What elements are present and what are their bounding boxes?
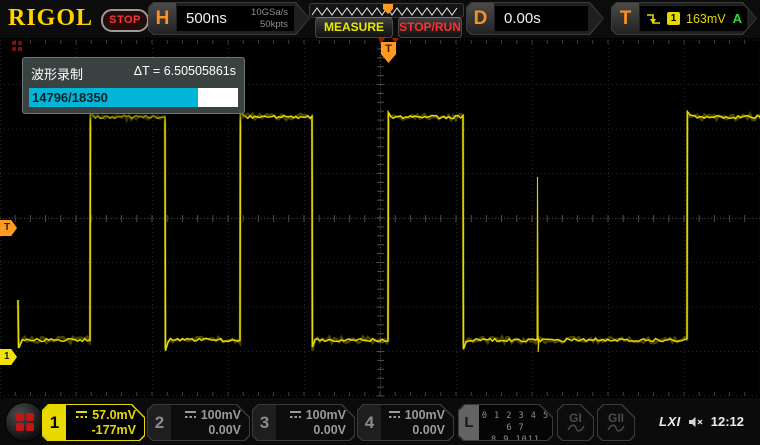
status-cluster: LXI 12:12 [659,398,744,445]
channel-3-scale: 100mV [306,408,346,422]
channel-1-offset: -177mV [92,423,136,437]
record-progress-text: 14796/18350 [32,88,108,107]
speaker-muted-icon[interactable] [688,416,704,428]
delay-label: D [467,3,494,34]
record-delta-t: ΔT = 6.50505861s [134,64,236,83]
channel-3-number: 3 [253,405,276,440]
sine-wave-icon [607,424,625,433]
delay-value: 0.00s [495,10,541,27]
tab-stop-run[interactable]: STOP/RUN [398,17,462,38]
record-title: 波形录制 [31,64,83,83]
record-progress-bar: 14796/18350 [29,88,238,107]
record-timeline [309,3,464,18]
logic-label: L [459,405,479,440]
channel-3-box[interactable]: 3 100mV 0.00V [252,404,355,441]
dc-coupling-icon [76,411,87,418]
logic-analyzer-box[interactable]: L 0 1 2 3 4 5 6 7 8 9 1011 12131415 [458,404,553,441]
channel-4-scale: 100mV [405,408,445,422]
channel-4-offset: 0.00V [412,423,445,437]
waveform-display: T T 1 波形录制 ΔT = 6.50505861s 14796/18350 [0,38,760,398]
tab-measure[interactable]: MEASURE [315,17,393,38]
delay-menu[interactable]: D 0.00s [466,2,604,35]
generator-2-box[interactable]: GII [597,404,635,441]
channel-2-scale: 100mV [201,408,241,422]
trigger-menu[interactable]: T 1 163mV A [611,2,757,35]
dc-coupling-icon [290,411,301,418]
trigger-sweep-mode: A [733,11,747,26]
top-bar: RIGOL STOP H 500ns 10GSa/s 50kpts MEASUR… [0,0,760,38]
horizontal-label: H [149,3,176,34]
bottom-bar: 1 57.0mV -177mV 2 100mV 0.00V 3 100mV [0,398,760,445]
run-state-badge[interactable]: STOP [101,9,149,32]
oscilloscope-screen: RIGOL STOP H 500ns 10GSa/s 50kpts MEASUR… [0,0,760,445]
sample-rate: 10GSa/s [251,7,288,18]
trigger-level-value: 163mV [686,12,726,26]
lxi-indicator: LXI [659,414,681,429]
channel-4-box[interactable]: 4 100mV 0.00V [357,404,454,441]
channel-4-number: 4 [358,405,381,440]
channel-2-offset: 0.00V [208,423,241,437]
waveform-record-overlay: 波形录制 ΔT = 6.50505861s 14796/18350 [22,57,245,114]
channel-1-scale: 57.0mV [92,408,136,422]
sine-wave-icon [567,424,585,433]
logic-channels-row2: 8 9 1011 12131415 [491,435,540,445]
channel-2-box[interactable]: 2 100mV 0.00V [147,404,250,441]
menu-grid-icon [16,413,34,431]
dc-coupling-icon [185,411,196,418]
record-indicator-icon [12,41,22,51]
channel-3-offset: 0.00V [313,423,346,437]
clock: 12:12 [711,414,744,429]
generator-1-label: GI [569,412,582,424]
horizontal-menu[interactable]: H 500ns 10GSa/s 50kpts [148,2,310,35]
generator-2-label: GII [608,412,624,424]
trigger-label: T [612,3,639,34]
memory-depth: 50kpts [260,19,288,30]
falling-edge-icon [646,12,661,26]
channel-1-number: 1 [43,405,66,440]
dc-coupling-icon [389,411,400,418]
trigger-source-badge: 1 [667,12,680,25]
timebase-value: 500ns [177,10,227,27]
logic-channels-row1: 0 1 2 3 4 5 6 7 [482,411,549,433]
channel-2-number: 2 [148,405,171,440]
channel-1-box[interactable]: 1 57.0mV -177mV [42,404,145,441]
generator-1-box[interactable]: GI [557,404,594,441]
rigol-logo: RIGOL [8,5,93,32]
main-menu-button[interactable] [5,402,45,442]
